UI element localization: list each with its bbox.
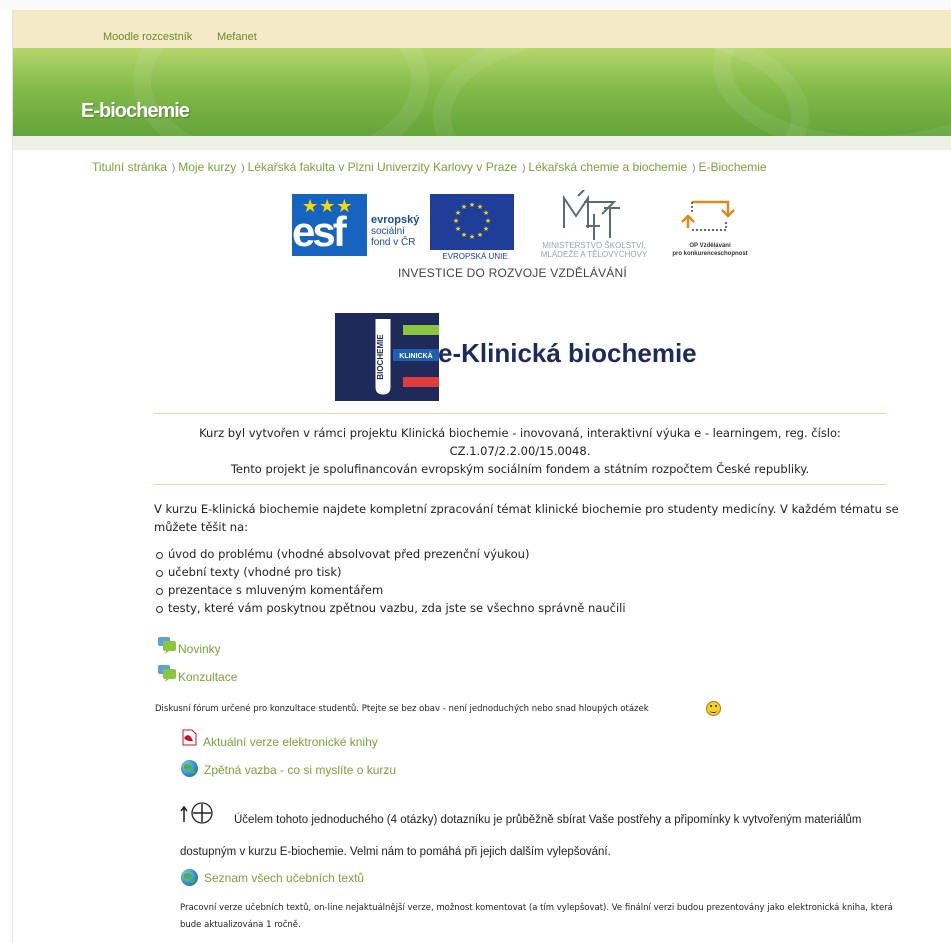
biochemie-vertical-text: BIOCHEMIE — [376, 334, 385, 380]
eu-label: EVROPSKÁ UNIE — [442, 252, 508, 261]
breadcrumb-separator: ) — [522, 163, 526, 174]
klinicka-small-text: KLINICKÁ — [399, 351, 432, 360]
svg-text:★: ★ — [461, 203, 467, 211]
top-strip — [0, 0, 951, 10]
project-line-1: Kurz byl vytvořen v rámci projektu Klini… — [199, 426, 841, 440]
divider — [154, 484, 886, 485]
breadcrumb-item-lekarska-chemie[interactable]: Lékařská chemie a biochemie — [528, 160, 687, 174]
svg-text:★: ★ — [477, 231, 483, 239]
header-banner: E-biochemie — [13, 48, 951, 136]
breadcrumb-item-e-biochemie[interactable]: E-Biochemie — [699, 160, 767, 174]
nav-link-mefanet[interactable]: Mefanet — [217, 31, 257, 43]
top-navigation-bar: Moodle rozcestník Mefanet — [13, 10, 951, 49]
divider — [154, 413, 886, 414]
klinicka-biochemie-title: e-Klinická biochemie — [438, 338, 697, 368]
op-label: OP Vzdělávání pro konkurenceschopnost — [660, 242, 760, 258]
esf-letters: esf — [292, 208, 347, 255]
site-title[interactable]: E-biochemie — [81, 100, 190, 123]
pdf-icon[interactable] — [181, 729, 197, 746]
project-info: Kurz byl vytvořen v rámci projektu Klini… — [154, 424, 886, 478]
forum-icon[interactable] — [157, 636, 177, 654]
op-vzdelavani-logo-icon — [681, 200, 735, 231]
breadcrumb: Titulní stránka) Moje kurzy) Lékařská faku… — [92, 160, 767, 174]
nav-link-moodle-rozcestnik[interactable]: Moodle rozcestník — [103, 31, 192, 43]
op-line-2: pro konkurenceschopnost — [672, 251, 748, 257]
svg-text:★: ★ — [485, 217, 491, 225]
feedback-description: Účelem tohoto jednoduchého (4 otázky) do… — [180, 814, 862, 858]
globe-icon[interactable] — [181, 760, 198, 777]
klinicka-biochemie-logo-icon: KLINICKÁ BIOCHEMIE — [335, 313, 439, 401]
forum-link-novinky[interactable]: Novinky — [178, 642, 221, 656]
esf-logo-text: evropský sociální fond v ČR — [371, 214, 420, 249]
esf-line-2: sociální — [371, 226, 405, 237]
link-zpetna-vazba[interactable]: Zpětná vazba - co si myslíte o kurzu — [204, 763, 396, 777]
eu-flag-icon: ★ ★ ★ ★ ★ ★ ★ ★ ★ ★ ★ ★ — [430, 194, 514, 250]
svg-text:★: ★ — [469, 201, 475, 209]
link-seznam-ucebnich-textu[interactable]: Seznam všech učebních textů — [204, 871, 364, 885]
list-item: úvod do problému (vhodné absolvovat před… — [154, 545, 914, 563]
esf-line-1: evropský — [371, 214, 420, 226]
breadcrumb-separator: ) — [171, 163, 176, 174]
forum-icon[interactable] — [157, 664, 177, 682]
forum-link-konzultace[interactable]: Konzultace — [178, 670, 237, 684]
banner-shadow — [13, 136, 951, 150]
list-item: prezentace s mluveným komentářem — [154, 581, 914, 599]
svg-text:★: ★ — [469, 233, 475, 241]
course-features-list: úvod do problému (vhodné absolvovat před… — [154, 545, 914, 617]
texts-description: Pracovní verze učebních textů, on-line n… — [180, 903, 893, 930]
breadcrumb-item-moje-kurzy[interactable]: Moje kurzy — [178, 160, 236, 174]
project-line-3: Tento projekt je spolufinancován evropsk… — [230, 462, 810, 476]
svg-text:★: ★ — [455, 225, 461, 233]
link-elektronicka-kniha[interactable]: Aktuální verze elektronické knihy — [203, 735, 378, 749]
breadcrumb-separator: ) — [692, 163, 696, 174]
course-intro: V kurzu E-klinická biochemie najdete kom… — [154, 502, 899, 534]
svg-text:★: ★ — [483, 225, 489, 233]
op-line-1: OP Vzdělávání — [689, 243, 731, 249]
msmt-line-2: MLÁDEŽE A TĚLOVÝCHOVY — [540, 250, 648, 259]
svg-text:★: ★ — [461, 231, 467, 239]
svg-text:★: ★ — [453, 217, 459, 225]
msmt-label: MINISTERSTVO ŠKOLSTVÍ, MLÁDEŽE A TĚLOVÝC… — [522, 241, 666, 259]
globe-icon[interactable] — [181, 869, 198, 886]
konzultace-description: Diskusní fórum určené pro konzultace stu… — [155, 704, 649, 714]
eu-stars-icon: ★ ★ ★ ★ ★ ★ ★ ★ ★ ★ ★ ★ — [453, 201, 491, 241]
list-item: učební texty (vhodné pro tisk) — [154, 563, 914, 581]
esf-line-3: fond v ČR — [371, 237, 416, 248]
breadcrumb-item-lekarska-fakulta[interactable]: Lékařská fakulta v Plzni Univerzity Karl… — [248, 160, 517, 174]
svg-text:★: ★ — [483, 209, 489, 217]
breadcrumb-separator: ) — [241, 163, 245, 174]
investice-slogan: INVESTICE DO ROZVOJE VZDĚLÁVÁNÍ — [398, 266, 627, 280]
breadcrumb-item-titulni-stranka[interactable]: Titulní stránka — [92, 160, 167, 174]
list-item: testy, které vám poskytnou zpětnou vazbu… — [154, 599, 914, 617]
smiley-icon — [706, 701, 721, 716]
msmt-line-1: MINISTERSTVO ŠKOLSTVÍ, — [542, 241, 646, 250]
project-line-2: CZ.1.07/2.2.00/15.0048. — [449, 444, 591, 458]
